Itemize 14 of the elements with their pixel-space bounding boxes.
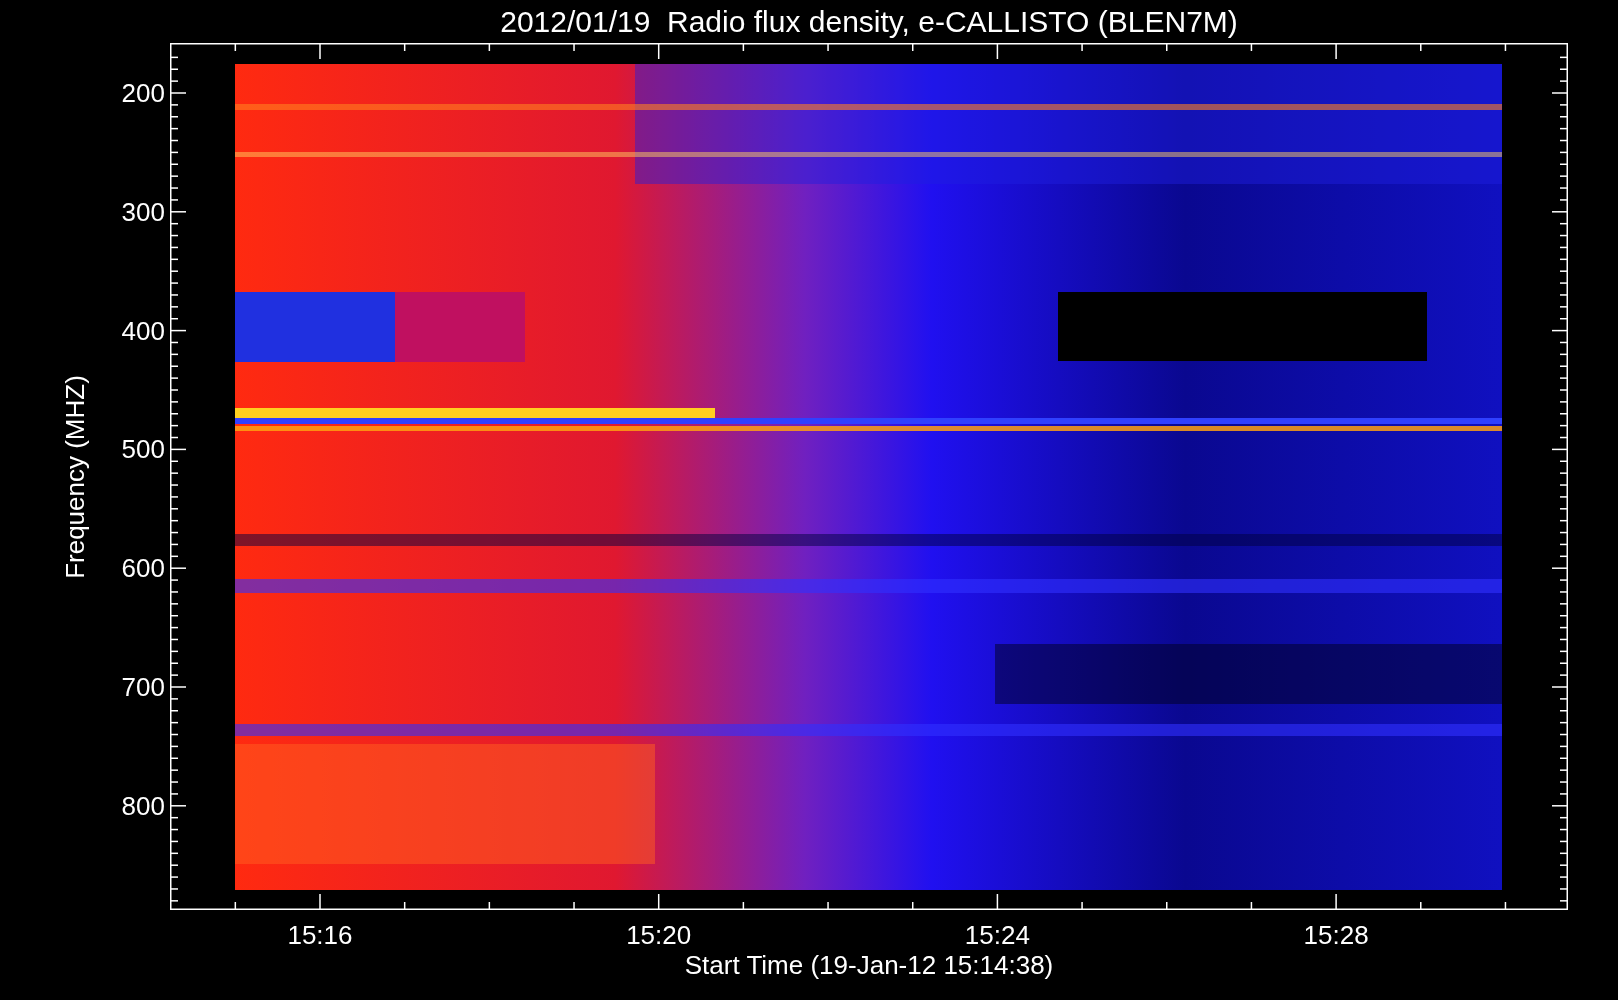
y-axis-label: 600 (120, 553, 165, 584)
y-axis-label: 300 (120, 196, 165, 227)
x-axis-label: 15:28 (1302, 920, 1370, 950)
x-axis-label: 15:24 (963, 920, 1031, 950)
x-axis-title: Start Time (19-Jan-12 15:14:38) (683, 950, 1055, 980)
y-axis-title: Frequency (MHZ) (60, 374, 90, 581)
y-axis-label: 500 (120, 434, 165, 465)
x-axis-label: 15:16 (286, 920, 354, 950)
chart-title: 2012/01/19 Radio flux density, e-CALLISTO (BLEN7M) (499, 4, 1239, 40)
y-axis-label: 700 (120, 672, 165, 702)
y-axis-label: 400 (120, 315, 165, 346)
y-axis-label: 200 (120, 78, 165, 108)
y-axis-label: 800 (120, 790, 165, 821)
x-axis-label: 15:20 (625, 920, 693, 950)
